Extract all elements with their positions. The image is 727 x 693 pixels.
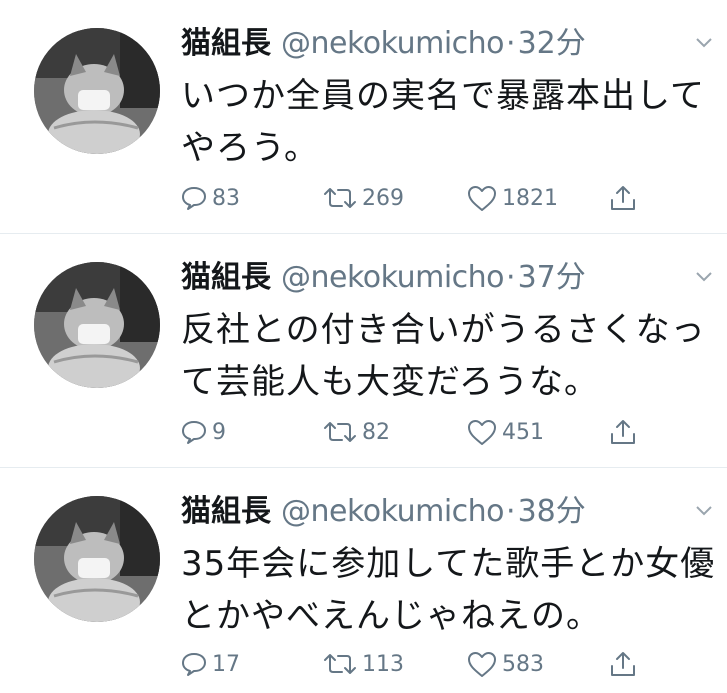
cat-avatar-icon (34, 28, 160, 154)
speech-bubble-icon (182, 653, 206, 676)
tweet-actions: 83 269 1821 (0, 178, 727, 218)
display-name[interactable]: 猫組長 (181, 494, 271, 529)
tweet-header: 猫組長 @nekokumicho·37分 (181, 256, 586, 300)
tweet-actions: 17 113 583 (0, 644, 727, 684)
reply-button[interactable]: 83 (180, 178, 240, 218)
chevron-down-icon[interactable] (695, 504, 713, 518)
retweet-button[interactable]: 82 (322, 412, 390, 452)
retweet-button[interactable]: 269 (322, 178, 404, 218)
timestamp[interactable]: 32分 (518, 26, 586, 61)
timestamp[interactable]: 37分 (518, 260, 586, 295)
tweet[interactable]: 猫組長 @nekokumicho·38分 35年会に参加してた歌手とか女優とかやべ… (0, 468, 727, 693)
tweet[interactable]: 猫組長 @nekokumicho·32分 いつか全員の実名で暴露本出してやろう。 … (0, 0, 727, 234)
chevron-down-icon[interactable] (695, 36, 713, 50)
share-button[interactable] (608, 644, 638, 684)
tweet-text: 反社との付き合いがうるさくなって芸能人も大変だろうな。 (181, 310, 706, 402)
reply-button[interactable]: 17 (180, 644, 240, 684)
retweet-icon (324, 188, 356, 208)
heart-icon (468, 652, 496, 677)
chevron-down-icon[interactable] (695, 270, 713, 284)
share-icon (611, 652, 635, 676)
timestamp[interactable]: 38分 (518, 494, 586, 529)
user-handle[interactable]: @nekokumicho (281, 494, 505, 529)
display-name[interactable]: 猫組長 (181, 26, 271, 61)
avatar[interactable] (34, 28, 160, 154)
retweet-icon (324, 654, 356, 674)
reply-count: 17 (212, 651, 240, 677)
heart-icon (468, 420, 496, 445)
retweet-count: 113 (362, 651, 404, 677)
cat-avatar-icon (34, 262, 160, 388)
tweet-text: 35年会に参加してた歌手とか女優とかやべえんじゃねえの。 (181, 544, 716, 636)
tweet-actions: 9 82 451 (0, 412, 727, 452)
heart-icon (468, 186, 496, 211)
speech-bubble-icon (182, 421, 206, 444)
avatar[interactable] (34, 496, 160, 622)
reply-count: 83 (212, 185, 240, 211)
retweet-count: 82 (362, 419, 390, 445)
speech-bubble-icon (182, 187, 206, 210)
cat-avatar-icon (34, 496, 160, 622)
share-icon (611, 186, 635, 210)
share-icon (611, 420, 635, 444)
separator-dot: · (506, 260, 516, 295)
like-button[interactable]: 583 (466, 644, 544, 684)
tweet-header: 猫組長 @nekokumicho·32分 (181, 22, 586, 66)
share-button[interactable] (608, 178, 638, 218)
avatar[interactable] (34, 262, 160, 388)
separator-dot: · (506, 26, 516, 61)
display-name[interactable]: 猫組長 (181, 260, 271, 295)
like-button[interactable]: 1821 (466, 178, 558, 218)
like-count: 1821 (502, 185, 558, 211)
user-handle[interactable]: @nekokumicho (281, 26, 505, 61)
separator-dot: · (506, 494, 516, 529)
like-count: 451 (502, 419, 544, 445)
retweet-count: 269 (362, 185, 404, 211)
retweet-button[interactable]: 113 (322, 644, 404, 684)
share-button[interactable] (608, 412, 638, 452)
reply-button[interactable]: 9 (180, 412, 226, 452)
timeline: 猫組長 @nekokumicho·32分 いつか全員の実名で暴露本出してやろう。 … (0, 0, 727, 693)
reply-count: 9 (212, 419, 226, 445)
like-button[interactable]: 451 (466, 412, 544, 452)
retweet-icon (324, 422, 356, 442)
tweet-header: 猫組長 @nekokumicho·38分 (181, 490, 586, 534)
tweet[interactable]: 猫組長 @nekokumicho·37分 反社との付き合いがうるさくなって芸能人も… (0, 234, 727, 468)
user-handle[interactable]: @nekokumicho (281, 260, 505, 295)
tweet-text: いつか全員の実名で暴露本出してやろう。 (181, 76, 705, 168)
like-count: 583 (502, 651, 544, 677)
